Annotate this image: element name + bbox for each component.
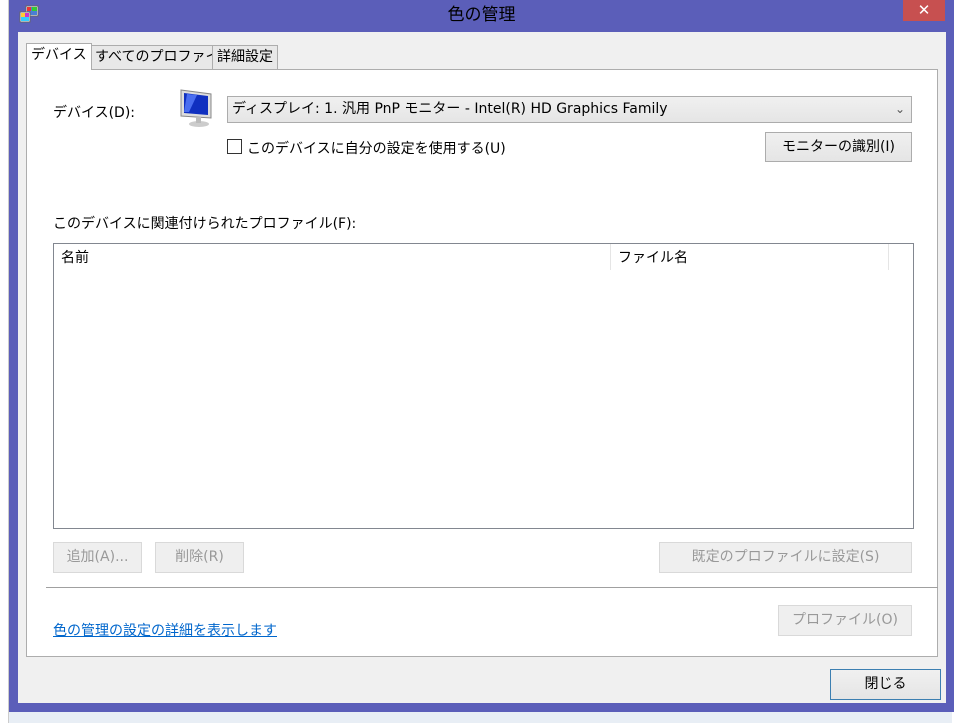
close-dialog-button[interactable]: 閉じる [830,669,941,700]
window-title: 色の管理 [447,5,516,25]
use-my-settings-checkbox[interactable] [227,139,242,154]
set-default-profile-button[interactable]: 既定のプロファイルに設定(S) [659,542,912,573]
color-management-details-link[interactable]: 色の管理の設定の詳細を表示します [53,620,277,640]
profile-button[interactable]: プロファイル(O) [778,605,912,636]
tab-advanced[interactable]: 詳細設定 [212,45,278,69]
device-select-value: ディスプレイ: 1. 汎用 PnP モニター - Intel(R) HD Gra… [232,101,668,117]
device-tab-panel: デバイス(D): ディスプレイ: 1. 汎用 PnP モニター - Intel(… [26,69,938,657]
remove-button[interactable]: 削除(R) [155,542,244,573]
dialog-client-area: デバイス すべてのプロファイル 詳細設定 デバイス(D): ディスプレイ: 1.… [18,32,946,703]
chevron-down-icon: ⌄ [894,102,905,116]
identify-monitor-button[interactable]: モニターの識別(I) [765,132,912,162]
close-icon: ✕ [917,1,931,19]
add-button[interactable]: 追加(A)... [53,542,142,573]
separator [46,587,938,588]
device-label: デバイス(D): [53,105,136,121]
profiles-label: このデバイスに関連付けられたプロファイル(F): [53,216,357,232]
use-my-settings-label[interactable]: このデバイスに自分の設定を使用する(U) [247,138,506,158]
profiles-list[interactable]: 名前 ファイル名 [53,243,914,529]
color-management-app-icon [19,5,39,23]
device-select[interactable]: ディスプレイ: 1. 汎用 PnP モニター - Intel(R) HD Gra… [227,96,912,123]
background-window-left [0,0,9,723]
column-header-name[interactable]: 名前 [54,244,611,270]
monitor-icon [180,89,212,127]
close-button[interactable]: ✕ [903,0,945,21]
column-header-filename[interactable]: ファイル名 [611,244,889,270]
color-management-window: 色の管理 ✕ デバイス すべてのプロファイル 詳細設定 デバイス(D): ディス… [9,0,954,712]
tab-device[interactable]: デバイス [26,43,92,70]
